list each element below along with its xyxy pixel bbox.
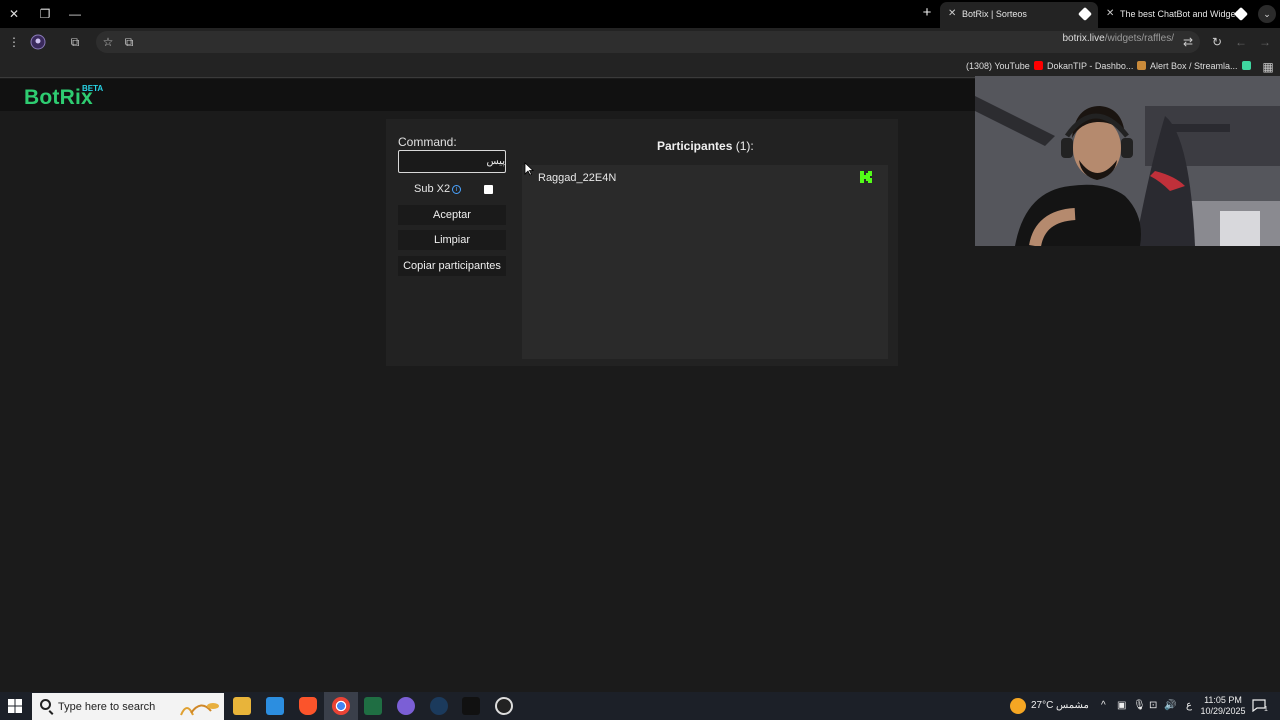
excel-icon[interactable] (364, 697, 382, 715)
input-language[interactable]: ع (1186, 700, 1192, 711)
clock-time: 11:05 PM (1204, 695, 1242, 705)
tab-search-chevron-icon[interactable]: ⌄ (1258, 5, 1276, 23)
new-tab-button[interactable]: + (920, 5, 934, 21)
weather-desc[interactable]: مشمس (1056, 700, 1089, 711)
bookmark-label: Alert Box / Streamla... (1150, 61, 1238, 71)
taskbar-clock[interactable]: 11:05 PM 10/29/2025 (1200, 695, 1246, 717)
extensions-icon[interactable]: ⧉ (67, 34, 83, 50)
streamer-webcam-image (975, 76, 1280, 246)
obs-icon[interactable] (495, 697, 513, 715)
url-path: /widgets/raffles/ (1104, 33, 1174, 44)
tab-title: BotRix | Sorteos (962, 9, 1027, 19)
game-launcher-icon[interactable] (462, 697, 480, 715)
command-label: Command: (398, 135, 457, 149)
weather-temp[interactable]: 27°C (1031, 700, 1053, 711)
info-icon[interactable]: i (452, 185, 461, 194)
bookmark-youtube[interactable]: (1308) YouTube (966, 61, 1043, 71)
bookmark-star-icon[interactable]: ☆ (100, 34, 116, 50)
microsoft-store-icon[interactable] (266, 697, 284, 715)
search-icon (40, 699, 51, 710)
streamlabs-icon (1241, 61, 1251, 70)
dokantip-icon (1137, 61, 1147, 70)
accept-button[interactable]: Aceptar (398, 205, 506, 225)
tab-chatbot-widgets[interactable]: ✕ The best ChatBot and Widgets (1098, 2, 1254, 28)
kebab-menu-icon[interactable]: ⋮ (6, 34, 22, 50)
file-explorer-icon[interactable] (233, 697, 251, 715)
brave-browser-icon[interactable] (299, 697, 317, 715)
windows-start-icon[interactable] (8, 699, 22, 713)
volume-icon[interactable]: 🔊 (1164, 700, 1176, 711)
kick-icon (860, 171, 872, 183)
tray-chevron-up-icon[interactable]: ^ (1101, 700, 1106, 711)
tab-title: The best ChatBot and Widgets (1120, 9, 1243, 19)
steam-icon[interactable] (430, 697, 448, 715)
url-text[interactable]: botrix.live/widgets/raffles/ (1062, 33, 1174, 44)
forward-arrow-icon[interactable]: → (1257, 34, 1273, 50)
apps-grid-icon[interactable]: ▦ (1260, 59, 1276, 75)
bookmark-dokantip[interactable]: DokanTIP - Dashbo... (1047, 61, 1147, 71)
mouse-cursor-icon (524, 162, 534, 176)
beta-badge: BETA (82, 84, 104, 93)
back-arrow-icon[interactable]: ← (1233, 34, 1249, 50)
raffle-panel: Command: Sub X2 i Aceptar Limpiar Copiar… (386, 119, 898, 366)
restore-window-icon[interactable]: ❐ (37, 6, 53, 22)
reload-icon[interactable]: ↻ (1209, 34, 1225, 50)
participants-title: Participantes (1): (657, 139, 754, 153)
translate-icon[interactable]: ⧉ (121, 34, 137, 50)
microphone-icon[interactable]: 🎙 (1133, 700, 1146, 711)
bookmark-label: (1308) YouTube (966, 61, 1030, 71)
site-settings-icon[interactable]: ⇄ (1180, 34, 1196, 50)
weather-sun-icon[interactable] (1010, 698, 1026, 714)
participants-count: (1): (735, 139, 754, 153)
sub-x2-row: Sub X2 i (414, 183, 506, 197)
youtube-icon (1033, 61, 1043, 70)
search-placeholder: Type here to search (58, 701, 156, 713)
webcam-overlay (975, 76, 1280, 246)
network-icon[interactable]: ⊡ (1149, 700, 1157, 711)
participants-list: Raggad_22E4N (522, 165, 888, 359)
close-tab-icon[interactable]: ✕ (1106, 2, 1114, 26)
close-window-icon[interactable]: ✕ (6, 6, 22, 22)
botrix-favicon-icon (1077, 6, 1093, 22)
participant-name: Raggad_22E4N (538, 172, 617, 184)
sub-x2-label: Sub X2 (414, 183, 451, 195)
taskbar-search-input[interactable]: Type here to search (32, 693, 224, 720)
chrome-icon[interactable] (332, 697, 350, 715)
tab-botrix-sorteos[interactable]: ✕ BotRix | Sorteos (940, 2, 1098, 28)
participants-title-text: Participantes (657, 139, 733, 153)
bookmarks-bar: (1308) YouTube DokanTIP - Dashbo... Aler… (0, 56, 1280, 78)
search-highlight-icon (180, 703, 219, 716)
bookmark-label: DokanTIP - Dashbo... (1047, 61, 1134, 71)
bookmark-streamlabs[interactable]: Alert Box / Streamla... (1150, 61, 1251, 71)
command-input[interactable] (398, 150, 506, 173)
profile-avatar-icon[interactable] (30, 34, 46, 50)
clear-button[interactable]: Limpiar (398, 230, 506, 250)
address-bar[interactable] (96, 31, 1200, 53)
windows-taskbar: Type here to search 27°C مشمس ^ ▣ 🎙 ⊡ 🔊 … (0, 692, 1280, 720)
close-tab-icon[interactable]: ✕ (948, 2, 956, 26)
sub-x2-checkbox[interactable] (484, 185, 493, 194)
notification-count: 1 (1264, 706, 1268, 713)
minimize-window-icon[interactable]: — (67, 6, 83, 22)
clock-date: 10/29/2025 (1200, 706, 1246, 716)
tab-strip: ✕ ❐ — + ✕ BotRix | Sorteos ✕ The best Ch… (0, 0, 1280, 28)
copy-participants-button[interactable]: Copiar participantes (398, 256, 506, 276)
tray-app-icon[interactable]: ▣ (1117, 700, 1126, 711)
discord-icon[interactable] (397, 697, 415, 715)
url-host: botrix.live (1062, 33, 1105, 44)
